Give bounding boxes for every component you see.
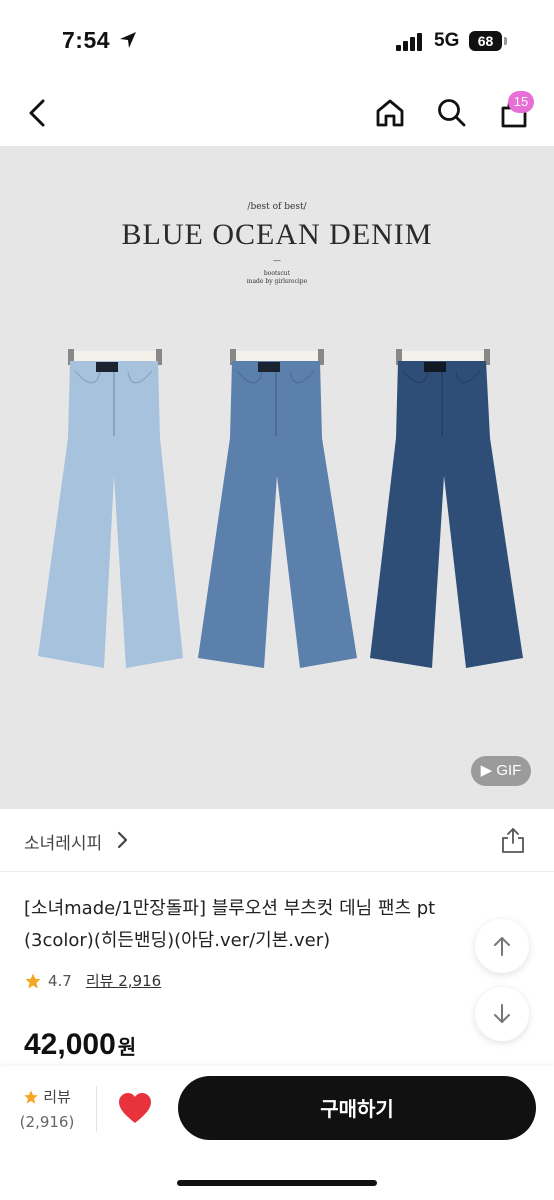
buy-button[interactable]: 구매하기	[178, 1076, 536, 1140]
nav-bar	[0, 80, 554, 146]
network-label: 5G	[434, 30, 460, 51]
back-arrow-icon	[29, 99, 45, 127]
review-count-link[interactable]: 리뷰 2,916	[86, 970, 161, 991]
shop-row[interactable]: 소녀레시피	[0, 809, 554, 872]
gif-label: GIF	[496, 762, 522, 779]
battery-tip	[504, 37, 507, 45]
heart-icon[interactable]	[117, 1091, 153, 1125]
review-summary-button[interactable]: 리뷰 (2,916)	[14, 1086, 80, 1131]
chevron-right-icon	[117, 831, 128, 849]
home-indicator	[177, 1180, 377, 1186]
review-label: 리뷰	[43, 1088, 71, 1106]
scroll-up-button[interactable]	[475, 919, 529, 973]
product-image[interactable]: /best of best/ BLUE OCEAN DENIM — bootsc…	[0, 146, 554, 809]
play-icon: ▶	[480, 762, 497, 779]
arrow-down-icon	[494, 1004, 510, 1023]
back-button[interactable]	[18, 93, 58, 133]
signal-icon	[396, 33, 426, 51]
jean-dark	[370, 349, 523, 668]
scroll-down-button[interactable]	[475, 987, 529, 1041]
home-button[interactable]	[370, 93, 410, 133]
price-currency: 원	[117, 1037, 137, 1059]
gif-badge[interactable]: ▶ GIF	[471, 756, 531, 786]
product-title: [소녀made/1만장돌파] 블루오션 부츠컷 데님 팬츠 pt (3color…	[24, 898, 436, 951]
status-time: 7:54	[62, 27, 111, 53]
home-icon	[376, 99, 404, 127]
rating-value: 4.7	[48, 971, 72, 990]
jeans-illustration	[38, 349, 523, 668]
battery-icon: 68	[469, 31, 502, 51]
shop-name[interactable]: 소녀레시피	[24, 829, 102, 854]
search-icon	[438, 99, 466, 127]
jean-medium	[198, 349, 357, 668]
status-bar: 7:54 5G 68	[0, 0, 554, 80]
divider	[96, 1086, 97, 1132]
rating-row: 4.7 리뷰 2,916	[24, 970, 161, 991]
search-button[interactable]	[432, 93, 472, 133]
price-value: 42,000	[24, 1028, 116, 1061]
review-count: (2,916)	[19, 1113, 75, 1131]
share-icon[interactable]	[500, 826, 526, 854]
arrow-up-icon	[494, 937, 510, 956]
star-icon	[24, 1089, 38, 1104]
cart-count-badge: 15	[508, 91, 534, 113]
star-icon	[25, 973, 41, 988]
location-arrow-icon	[120, 32, 136, 48]
price: 42,000 원	[24, 1028, 136, 1062]
jean-light	[38, 349, 183, 668]
